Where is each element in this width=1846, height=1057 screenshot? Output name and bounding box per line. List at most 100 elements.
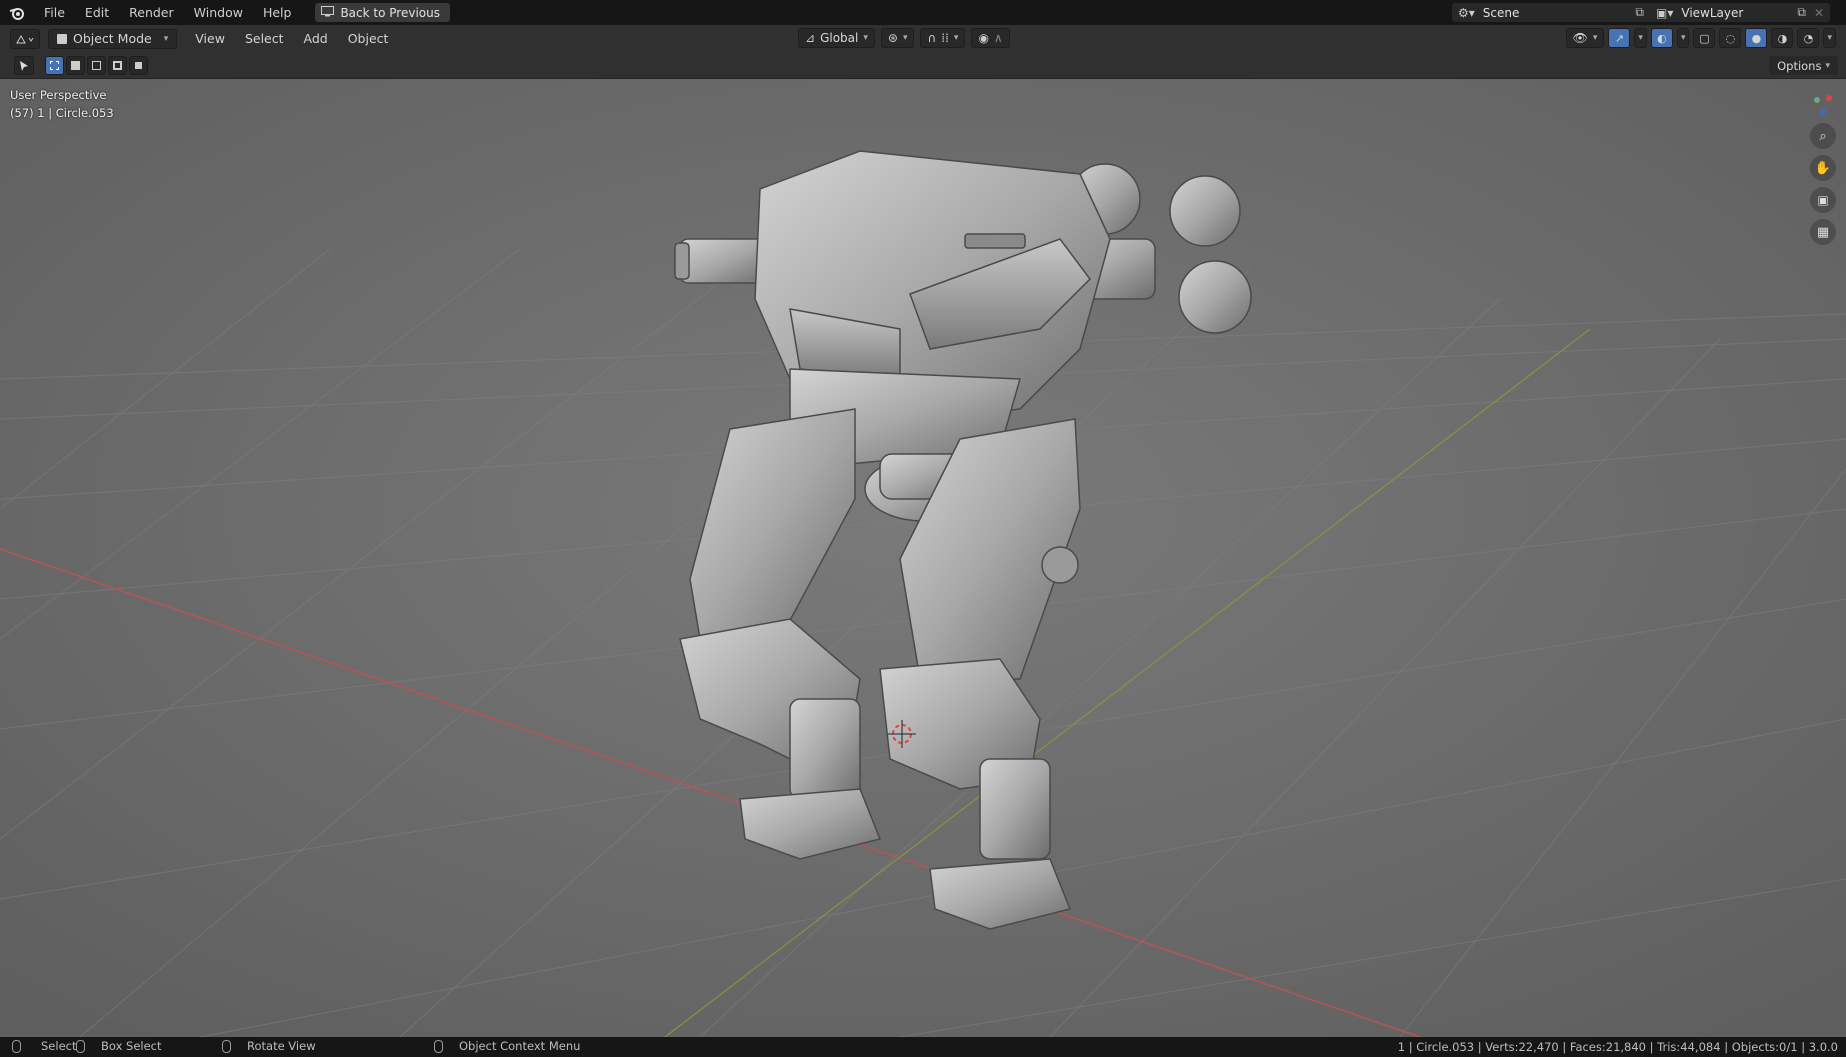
- scene-name: Scene: [1482, 5, 1520, 20]
- navigation-gizmo: ⌕ ✋ ▣ ▦: [1810, 91, 1836, 245]
- menu-window[interactable]: Window: [184, 5, 253, 20]
- back-to-previous-label: Back to Previous: [340, 5, 440, 20]
- proportional-edit-toggle[interactable]: ◉ ∧: [971, 28, 1010, 48]
- chevron-down-icon: ▾: [902, 33, 908, 43]
- new-scene-icon[interactable]: ⧉: [1635, 5, 1644, 20]
- viewport-scene[interactable]: [0, 79, 1846, 1037]
- transform-orientation-dropdown[interactable]: ⊿ Global ▾: [798, 28, 875, 48]
- visibility-dropdown[interactable]: 👁 ▾: [1565, 28, 1605, 48]
- chevron-down-icon: ▾: [1827, 33, 1832, 43]
- select-subtract-icon[interactable]: [87, 56, 106, 75]
- chevron-down-icon: ▾: [163, 33, 169, 44]
- pivot-icon: ⊛: [887, 31, 898, 45]
- menu-add[interactable]: Add: [294, 31, 338, 46]
- menu-select[interactable]: Select: [235, 31, 294, 46]
- object-mode-dropdown[interactable]: Object Mode ▾: [48, 28, 178, 49]
- status-box-select: Box Select: [76, 1039, 162, 1053]
- active-tool-icon[interactable]: [14, 56, 34, 75]
- scene-statistics: 1 | Circle.053 | Verts:22,470 | Faces:21…: [1397, 1040, 1838, 1054]
- view-layer-icon: ▣▾: [1656, 5, 1674, 20]
- chevron-down-icon: ▾: [1638, 33, 1643, 43]
- new-view-layer-icon[interactable]: ⧉: [1797, 5, 1806, 20]
- drag-mouse-icon: [76, 1039, 85, 1053]
- chevron-down-icon: ▾: [863, 33, 868, 43]
- selection-mode-group: [45, 56, 148, 75]
- back-to-previous-button[interactable]: Back to Previous: [315, 3, 450, 22]
- chevron-down-icon: ▾: [953, 33, 959, 43]
- overlays-toggle[interactable]: ◐: [1650, 28, 1673, 48]
- object-info-label: (57) 1 | Circle.053: [10, 106, 114, 120]
- select-extend-icon[interactable]: [66, 56, 85, 75]
- view-layer-name: ViewLayer: [1681, 5, 1744, 20]
- rendered-sphere-icon: ◔: [1803, 31, 1814, 45]
- blender-logo-icon[interactable]: [0, 6, 34, 20]
- solid-shading-button[interactable]: ●: [1745, 28, 1768, 48]
- screen-icon: [321, 5, 335, 20]
- overlays-dropdown[interactable]: ▾: [1676, 28, 1690, 48]
- viewport-header: Object Mode ▾ View Select Add Object ⊿ G…: [0, 25, 1846, 52]
- proportional-edit-icon: ◉: [978, 31, 989, 45]
- chevron-down-icon: ▾: [1592, 33, 1598, 43]
- middle-mouse-icon: [222, 1039, 231, 1053]
- select-intersect-icon[interactable]: [129, 56, 148, 75]
- pan-hand-icon[interactable]: ✋: [1810, 155, 1836, 181]
- overlays-icon: ◐: [1657, 31, 1667, 45]
- orientation-label: Global: [820, 31, 859, 45]
- camera-icon[interactable]: ▣: [1810, 187, 1836, 213]
- menu-render[interactable]: Render: [119, 5, 184, 20]
- scene-icon: ⚙▾: [1458, 5, 1475, 20]
- status-box-select-label: Box Select: [101, 1039, 162, 1053]
- perspective-grid-icon[interactable]: ▦: [1810, 219, 1836, 245]
- solid-sphere-icon: ●: [1751, 31, 1762, 45]
- delete-view-layer-icon[interactable]: ✕: [1814, 6, 1824, 20]
- gizmo-dropdown[interactable]: ▾: [1634, 28, 1647, 48]
- select-new-icon[interactable]: [45, 56, 64, 75]
- viewport-info: User Perspective (57) 1 | Circle.053: [10, 86, 114, 122]
- viewport-right-tools: 👁 ▾ ↗ ▾ ◐ ▾ ▢ ◌ ● ◑ ◔ ▾: [1565, 28, 1836, 48]
- snap-grid-icon: ⁞⁞: [941, 31, 949, 45]
- menu-edit[interactable]: Edit: [75, 5, 119, 20]
- gizmo-icon: ↗: [1614, 31, 1625, 45]
- snap-toggle[interactable]: ∩ ⁞⁞ ▾: [920, 28, 966, 48]
- gizmo-toggle[interactable]: ↗: [1608, 28, 1631, 48]
- status-bar: Select Box Select Rotate View Object Con…: [0, 1037, 1846, 1057]
- wireframe-shading-button[interactable]: ◌: [1719, 28, 1742, 48]
- tool-settings-bar: Options ▾: [0, 52, 1846, 79]
- axis-gizmo-icon[interactable]: [1810, 91, 1836, 117]
- menu-file[interactable]: File: [34, 5, 75, 20]
- status-select: Select: [12, 1039, 76, 1053]
- object-mode-icon: [57, 33, 67, 44]
- xray-toggle[interactable]: ▢: [1693, 28, 1716, 48]
- editor-type-icon[interactable]: [10, 28, 40, 49]
- left-mouse-icon: [12, 1039, 21, 1053]
- falloff-curve-icon: ∧: [993, 31, 1003, 45]
- scene-selector[interactable]: ⚙▾ Scene ⧉ ✕: [1452, 3, 1668, 22]
- transform-tools: ⊿ Global ▾ ⊛ ▾ ∩ ⁞⁞ ▾ ◉ ∧: [798, 28, 1010, 48]
- menu-view[interactable]: View: [185, 31, 235, 46]
- material-preview-button[interactable]: ◑: [1771, 28, 1794, 48]
- chevron-down-icon: ▾: [1680, 33, 1686, 43]
- right-mouse-icon: [434, 1039, 443, 1053]
- pivot-point-dropdown[interactable]: ⊛ ▾: [880, 28, 915, 48]
- status-context-menu-label: Object Context Menu: [459, 1039, 581, 1053]
- 3d-viewport[interactable]: User Perspective (57) 1 | Circle.053 ⌕ ✋…: [0, 79, 1846, 1037]
- shading-dropdown[interactable]: ▾: [1823, 28, 1836, 48]
- status-select-label: Select: [41, 1039, 77, 1053]
- status-rotate-view: Rotate View: [222, 1039, 316, 1053]
- eye-icon: 👁: [1572, 31, 1588, 45]
- material-sphere-icon: ◑: [1777, 31, 1788, 45]
- view-layer-selector[interactable]: ▣▾ ViewLayer ⧉ ✕: [1650, 3, 1830, 22]
- chevron-down-icon: ▾: [1825, 60, 1830, 71]
- select-invert-icon[interactable]: [108, 56, 127, 75]
- orientation-icon: ⊿: [805, 31, 816, 45]
- zoom-icon[interactable]: ⌕: [1810, 123, 1836, 149]
- perspective-label: User Perspective: [10, 88, 107, 102]
- menu-object[interactable]: Object: [338, 31, 399, 46]
- status-context-menu: Object Context Menu: [434, 1039, 580, 1053]
- object-mode-label: Object Mode: [73, 31, 152, 46]
- rendered-shading-button[interactable]: ◔: [1797, 28, 1820, 48]
- options-dropdown[interactable]: Options ▾: [1769, 56, 1838, 75]
- menu-help[interactable]: Help: [253, 5, 302, 20]
- status-rotate-view-label: Rotate View: [247, 1039, 316, 1053]
- magnet-icon: ∩: [927, 31, 937, 45]
